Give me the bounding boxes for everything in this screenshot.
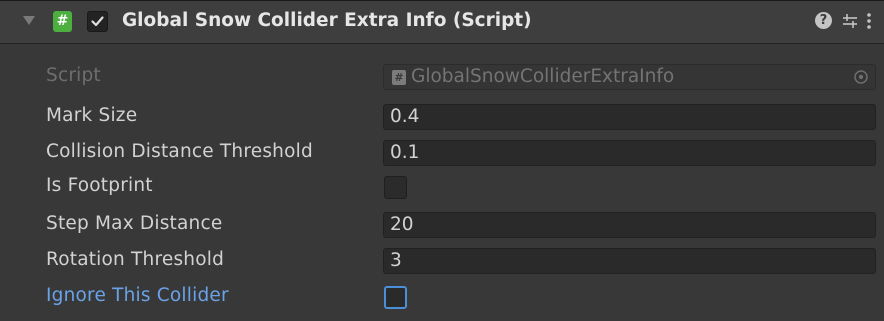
collision-distance-threshold-row: Collision Distance Threshold 0.1 [0, 138, 884, 168]
script-value: GlobalSnowColliderExtraInfo [411, 66, 675, 87]
rotation-threshold-input[interactable]: 3 [383, 248, 876, 274]
context-menu-icon[interactable] [866, 12, 872, 30]
ignore-this-collider-row: Ignore This Collider [0, 282, 884, 312]
rotation-threshold-value: 3 [390, 250, 402, 271]
is-footprint-checkbox[interactable] [384, 176, 407, 199]
ignore-this-collider-label: Ignore This Collider [46, 285, 229, 306]
object-picker-icon[interactable] [853, 69, 869, 85]
help-icon[interactable]: ? [815, 12, 832, 29]
foldout-arrow-icon[interactable] [23, 16, 35, 25]
script-row: Script # GlobalSnowColliderExtraInfo [0, 62, 884, 92]
script-file-icon: # [392, 70, 406, 85]
ignore-this-collider-checkbox[interactable] [384, 286, 407, 309]
collision-distance-threshold-value: 0.1 [390, 142, 420, 163]
collision-distance-threshold-label: Collision Distance Threshold [46, 141, 313, 162]
script-label: Script [46, 65, 101, 86]
component-header[interactable]: # Global Snow Collider Extra Info (Scrip… [0, 1, 884, 44]
step-max-distance-row: Step Max Distance 20 [0, 210, 884, 240]
rotation-threshold-label: Rotation Threshold [46, 249, 225, 270]
is-footprint-row: Is Footprint [0, 172, 884, 202]
step-max-distance-value: 20 [390, 214, 414, 235]
step-max-distance-input[interactable]: 20 [383, 212, 876, 238]
script-icon: # [53, 11, 72, 32]
collision-distance-threshold-input[interactable]: 0.1 [383, 140, 876, 166]
mark-size-label: Mark Size [46, 105, 138, 126]
mark-size-value: 0.4 [390, 106, 420, 127]
mark-size-input[interactable]: 0.4 [383, 104, 876, 130]
inspector-component-panel: # Global Snow Collider Extra Info (Scrip… [0, 0, 884, 321]
checkmark-icon [91, 16, 104, 27]
step-max-distance-label: Step Max Distance [46, 213, 223, 234]
preset-icon[interactable] [842, 12, 858, 30]
script-object-field[interactable]: # GlobalSnowColliderExtraInfo [383, 64, 876, 90]
component-title: Global Snow Collider Extra Info (Script) [122, 10, 532, 31]
is-footprint-label: Is Footprint [46, 175, 153, 196]
component-enable-checkbox[interactable] [87, 11, 108, 32]
rotation-threshold-row: Rotation Threshold 3 [0, 246, 884, 276]
mark-size-row: Mark Size 0.4 [0, 102, 884, 132]
